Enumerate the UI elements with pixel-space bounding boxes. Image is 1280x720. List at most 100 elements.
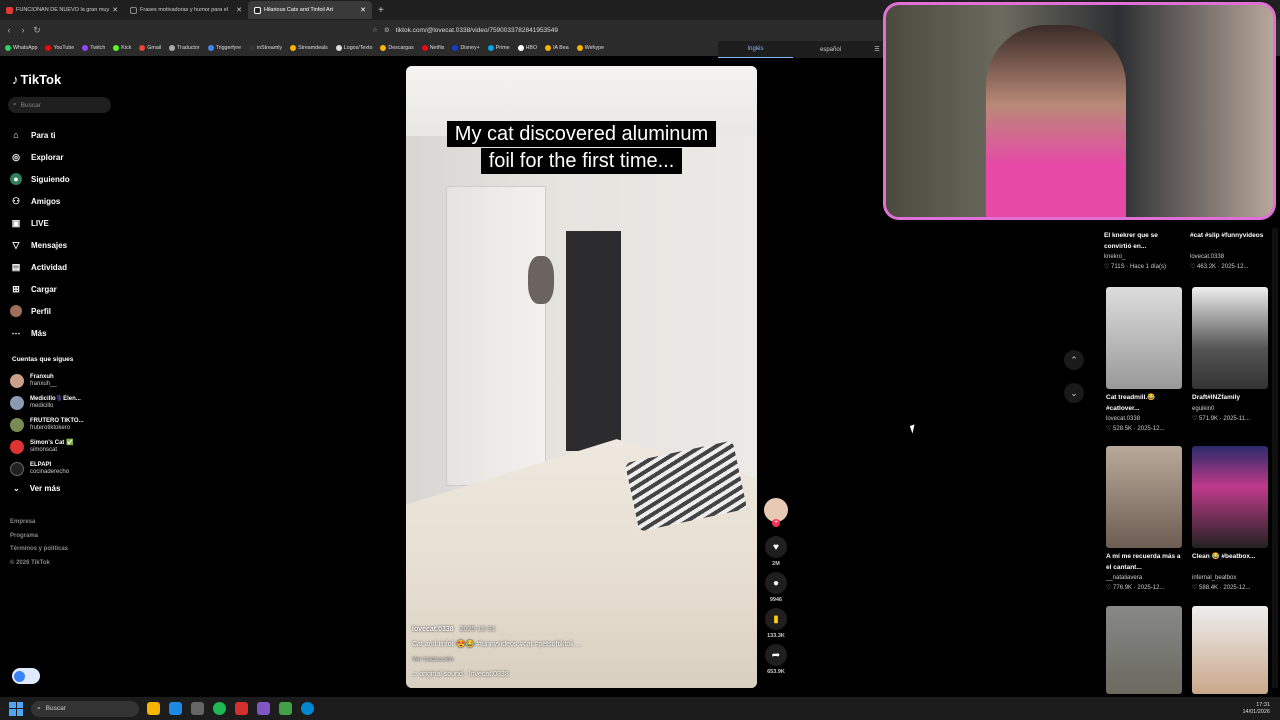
browser-tab[interactable]: Frases motivadoras y humor para el ✕: [124, 1, 248, 19]
new-tab-button[interactable]: +: [372, 5, 390, 16]
nav-item-live[interactable]: ▣ LIVE: [10, 212, 70, 234]
nav-label: Siguiendo: [31, 174, 70, 184]
close-tab-icon[interactable]: ✕: [236, 6, 242, 14]
tiktok-note-icon: ♪: [12, 72, 19, 87]
next-video-button[interactable]: ⌄: [1064, 383, 1084, 403]
reload-icon[interactable]: ↻: [32, 25, 42, 36]
recommended-video[interactable]: A mí me recuerda más a el cantant... __n…: [1106, 446, 1186, 593]
close-tab-icon[interactable]: ✕: [360, 6, 366, 14]
recommended-video[interactable]: El knekrer que se convirtió en... knekro…: [1104, 228, 1184, 272]
rec-thumbnail: [1106, 606, 1182, 694]
bookmark-item[interactable]: WhatsApp: [5, 45, 37, 51]
nav-item-explorar[interactable]: ◎ Explorar: [10, 146, 70, 168]
lang-option-english[interactable]: Inglés: [718, 41, 793, 58]
bookmark-item[interactable]: Gmail: [139, 45, 161, 51]
bookmark-item[interactable]: IA Bea: [545, 45, 569, 51]
nav-item-mensajes[interactable]: ▽ Mensajes: [10, 234, 70, 256]
url-field[interactable]: ☆ ⚙ tiktok.com/@lovecat.0338/video/75900…: [372, 23, 712, 37]
recommended-video[interactable]: [1106, 606, 1186, 694]
taskbar-search-label: Buscar: [45, 705, 66, 712]
nav-item-cargar[interactable]: ⊞ Cargar: [10, 278, 70, 300]
scrollbar[interactable]: [1272, 228, 1278, 688]
account-handle: fruterotiktokero: [30, 425, 71, 431]
following-account[interactable]: FRUTERO TIKTO... fruterotiktokero: [10, 414, 84, 436]
video-author[interactable]: lovecat.0338: [412, 626, 454, 633]
rec-title: Draft#INZfamily: [1192, 394, 1241, 401]
nav-item-perfil[interactable]: Perfil: [10, 300, 70, 322]
bookmark-item[interactable]: Logos/Texto: [335, 45, 372, 51]
nav-label: Explorar: [31, 152, 64, 162]
following-account[interactable]: Medicillo⚕️Elen... medicillo: [10, 392, 84, 414]
recommended-video[interactable]: #cat #slip #funnyvideos lovecat.0338 ♡ 4…: [1190, 228, 1270, 272]
tiktok-logo[interactable]: ♪ TikTok: [12, 72, 61, 87]
share-button[interactable]: ➦ 653.9K: [764, 644, 788, 675]
comment-button[interactable]: ● 9946: [764, 572, 788, 603]
edge-icon[interactable]: [301, 702, 314, 715]
following-account[interactable]: Simon's Cat ✅ simonscat: [10, 436, 84, 458]
url-text: tiktok.com/@lovecat.0338/video/759003378…: [395, 26, 559, 34]
nav-item-amigos[interactable]: ⚇ Amigos: [10, 190, 70, 212]
recommended-video[interactable]: Clean 😂 #beatbox... infernal_beatbox ♡ 5…: [1192, 446, 1272, 593]
bookmark-item[interactable]: Streamdeals: [290, 45, 328, 51]
previous-video-button[interactable]: ⌃: [1064, 350, 1084, 370]
bookmark-item[interactable]: Kick: [113, 45, 131, 51]
bookmark-item[interactable]: Twitch: [82, 45, 105, 51]
share-icon: ➦: [765, 644, 787, 666]
search-input[interactable]: ⌕ Buscar: [8, 97, 111, 113]
bookmark-item[interactable]: Netflix: [421, 45, 444, 51]
bookmark-label: Triggerfyre: [215, 45, 242, 51]
nav-label: Más: [31, 328, 47, 338]
bookmark-item[interactable]: Wehype: [576, 45, 604, 51]
app-icon[interactable]: [191, 702, 204, 715]
nav-item-siguiendo[interactable]: ● Siguiendo: [10, 168, 70, 190]
avatar: [10, 418, 24, 432]
steam-icon[interactable]: [169, 702, 182, 715]
rec-user: infernal_beatbox: [1192, 575, 1237, 581]
obs-icon[interactable]: [257, 702, 270, 715]
browser-tab-active[interactable]: Hilarious Cats and Tinfoil Art ✕: [248, 1, 372, 19]
like-button[interactable]: ♥ 2M: [764, 536, 788, 567]
creator-avatar[interactable]: +: [764, 498, 788, 527]
footer-link[interactable]: Términos y políticas: [10, 543, 68, 557]
bookmark-item[interactable]: YouTube: [45, 45, 74, 51]
see-more-button[interactable]: ⌄ Ver más: [13, 484, 60, 493]
toggle-knob: [14, 670, 25, 682]
brave-icon[interactable]: [235, 702, 248, 715]
nav-item-mas[interactable]: ⋯ Más: [10, 322, 70, 344]
spotify-icon[interactable]: [213, 702, 226, 715]
video-player[interactable]: My cat discovered aluminum foil for the …: [406, 66, 757, 688]
following-account[interactable]: Franxuh franxuh__: [10, 370, 84, 392]
theme-toggle[interactable]: [12, 668, 40, 684]
see-translation-link[interactable]: Ver traducción: [412, 652, 582, 667]
save-button[interactable]: ▮ 133.3K: [764, 608, 788, 639]
forward-icon[interactable]: ›: [18, 25, 28, 35]
lang-option-spanish[interactable]: español: [793, 47, 868, 53]
following-account[interactable]: ELPAPI cocinaderecho: [10, 458, 84, 480]
bookmark-item[interactable]: inStreamly: [249, 45, 282, 51]
video-sound[interactable]: original sound - lovecat.0338: [419, 671, 509, 678]
browser-tab[interactable]: FUNCIONAN DE NUEVO la gran muy ✕: [0, 1, 124, 19]
app-icon[interactable]: [279, 702, 292, 715]
close-tab-icon[interactable]: ✕: [112, 6, 118, 14]
bookmark-star-icon[interactable]: ☆: [372, 26, 378, 34]
bookmark-item[interactable]: Descargas: [380, 45, 414, 51]
bookmark-item[interactable]: Prime: [487, 45, 510, 51]
recommended-video[interactable]: Cat treadmill.😂 #catlover... lovecat.033…: [1106, 287, 1186, 434]
footer-link[interactable]: Programa: [10, 530, 68, 544]
system-tray[interactable]: 17:31 14/01/2026: [1242, 702, 1270, 716]
nav-item-actividad[interactable]: ▤ Actividad: [10, 256, 70, 278]
nav-item-para-ti[interactable]: ⌂ Para ti: [10, 124, 70, 146]
bookmark-item[interactable]: Traductor: [169, 45, 200, 51]
windows-start-icon[interactable]: [9, 701, 23, 716]
footer-link[interactable]: Empresa: [10, 516, 68, 530]
taskbar-search[interactable]: ⌕ Buscar: [31, 700, 139, 717]
bookmark-item[interactable]: Disney+: [452, 45, 480, 51]
bookmark-item[interactable]: HBO: [517, 45, 537, 51]
follow-plus-icon[interactable]: +: [772, 519, 780, 527]
recommended-video[interactable]: Draft#INZfamily eguikin0 ♡ 571.9K · 2025…: [1192, 287, 1272, 424]
site-info-icon[interactable]: ⚙: [384, 26, 390, 34]
bookmark-item[interactable]: Triggerfyre: [207, 45, 242, 51]
file-explorer-icon[interactable]: [147, 702, 160, 715]
recommended-video[interactable]: [1192, 606, 1272, 694]
back-icon[interactable]: ‹: [4, 25, 14, 35]
